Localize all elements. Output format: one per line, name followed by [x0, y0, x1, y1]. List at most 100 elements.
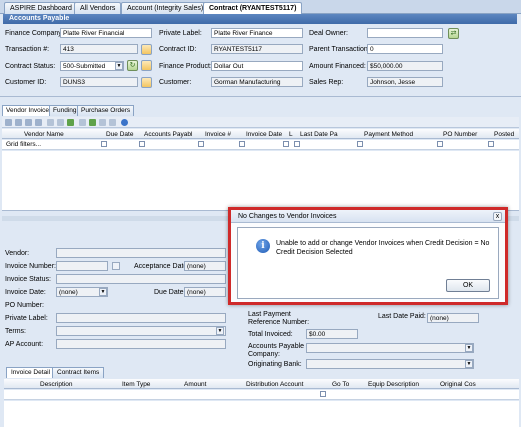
ok-button[interactable]: OK [446, 279, 490, 292]
column-header[interactable]: Invoice # [205, 131, 231, 138]
transaction-lookup-icon[interactable] [141, 44, 152, 55]
chevron-down-icon[interactable]: ▼ [465, 344, 473, 352]
chevron-down-icon[interactable]: ▼ [115, 62, 123, 70]
tab-vendor-invoice[interactable]: Vendor Invoice [2, 105, 54, 116]
column-header[interactable]: Go To [332, 381, 349, 388]
tab-aspire-dashboard[interactable]: ASPIRE Dashboard [4, 2, 78, 14]
invoice-status-field[interactable] [56, 274, 226, 284]
column-header[interactable]: Equip Description [368, 381, 419, 388]
originating-bank-field[interactable] [306, 359, 474, 369]
status-history-icon[interactable] [141, 60, 152, 71]
total-invoiced-field[interactable]: $0.00 [306, 329, 358, 339]
tab-purchase-orders[interactable]: Purchase Orders [77, 105, 135, 116]
copy-icon[interactable] [15, 119, 22, 126]
column-header[interactable]: Distribution Account [246, 381, 303, 388]
detail-grid-header: Description Item Type Amount Distributio… [4, 379, 519, 389]
check-icon[interactable] [89, 119, 96, 126]
amount-financed-field[interactable]: $50,000.00 [367, 61, 443, 71]
tab-all-vendors[interactable]: All Vendors [74, 2, 122, 14]
filter-icon[interactable] [239, 141, 245, 147]
search-icon[interactable] [320, 391, 326, 397]
finance-product-label: Finance Product: [159, 63, 212, 70]
last-date-paid-label: Last Date Paid: [378, 313, 426, 320]
column-header[interactable]: PO Number [443, 131, 477, 138]
column-header[interactable]: Due Date [106, 131, 133, 138]
last-date-paid-field[interactable]: (none) [427, 313, 479, 323]
private-label-field[interactable]: Platte River Finance [211, 28, 303, 38]
filter-icon[interactable] [357, 141, 363, 147]
tab-invoice-detail[interactable]: Invoice Detail [6, 367, 56, 378]
filter-icon[interactable] [294, 141, 300, 147]
terms-field[interactable] [56, 326, 226, 336]
columns-icon[interactable] [99, 119, 106, 126]
export-icon[interactable] [109, 119, 116, 126]
chevron-down-icon[interactable]: ▼ [465, 360, 473, 368]
filter-icon[interactable] [437, 141, 443, 147]
column-header[interactable]: Vendor Name [24, 131, 64, 138]
tab-contract-items[interactable]: Contract Items [52, 367, 105, 378]
close-icon[interactable]: x [493, 212, 502, 221]
transaction-num-field[interactable]: 413 [60, 44, 138, 54]
new-icon[interactable] [5, 119, 12, 126]
column-header[interactable]: Last Date Pa [300, 131, 338, 138]
tab-funding[interactable]: Funding [49, 105, 81, 116]
chevron-down-icon[interactable]: ▼ [99, 288, 107, 296]
filter-icon[interactable] [101, 141, 107, 147]
undo-icon[interactable] [57, 119, 64, 126]
ap-account-field[interactable] [56, 339, 226, 349]
vendor-field[interactable] [56, 248, 226, 258]
paste-icon[interactable] [25, 119, 32, 126]
filter-icon[interactable] [139, 141, 145, 147]
deal-owner-lookup-icon[interactable]: ⇄ [448, 28, 459, 39]
customer-lookup-icon[interactable] [141, 77, 152, 88]
column-header[interactable]: Invoice Date [246, 131, 282, 138]
column-header[interactable]: Amount [184, 381, 206, 388]
filter-icon[interactable] [79, 119, 86, 126]
due-date-field[interactable]: (none) [184, 287, 226, 297]
column-header[interactable]: Payment Method [364, 131, 413, 138]
divider [0, 96, 521, 97]
filter-icon[interactable] [283, 141, 289, 147]
column-header[interactable]: Description [40, 381, 73, 388]
invoice-number-field[interactable] [56, 261, 108, 271]
cut-icon[interactable] [47, 119, 54, 126]
column-header[interactable]: L [289, 131, 293, 138]
filter-icon[interactable] [198, 141, 204, 147]
calendar-icon[interactable] [112, 262, 120, 270]
column-header[interactable]: Accounts Payabl [144, 131, 192, 138]
finance-product-field[interactable]: Dollar Out [211, 61, 303, 71]
filter-icon[interactable] [488, 141, 494, 147]
grid-filter-row[interactable]: Grid filters... [2, 140, 519, 150]
sales-rep-field[interactable]: Johnson, Jesse [367, 77, 443, 87]
refresh-grid-icon[interactable] [67, 119, 74, 126]
ap-account-label: AP Account: [5, 341, 44, 348]
acceptance-date-field[interactable]: (none) [184, 261, 226, 271]
column-header[interactable]: Original Cos [440, 381, 476, 388]
customer-field[interactable]: Gorman Manufacturing [211, 77, 303, 87]
refresh-icon[interactable]: ↻ [127, 60, 138, 71]
transaction-num-label: Transaction #: [5, 46, 50, 53]
column-header[interactable]: Item Type [122, 381, 150, 388]
chevron-down-icon[interactable]: ▼ [216, 327, 224, 335]
ap-company-field[interactable] [306, 343, 474, 353]
finance-company-field[interactable]: Platte River Financial [60, 28, 152, 38]
column-header[interactable]: Posted [494, 131, 514, 138]
invoice-date-label: Invoice Date: [5, 289, 46, 296]
deal-owner-field[interactable] [367, 28, 443, 38]
po-number-label: PO Number: [5, 302, 44, 309]
delete-icon[interactable] [35, 119, 42, 126]
detail-grid-filter-row[interactable] [4, 390, 519, 400]
tab-account[interactable]: Account (Integrity Sales) [121, 2, 210, 14]
last-payment-label: Last Payment [248, 311, 291, 318]
private-label-field-2[interactable] [56, 313, 226, 323]
customer-id-field[interactable]: DUNS3 [60, 77, 138, 87]
customer-label: Customer: [159, 79, 192, 86]
amount-financed-label: Amount Financed: [309, 63, 366, 70]
contract-id-field[interactable]: RYANTEST5117 [211, 44, 303, 54]
due-date-label: Due Date: [154, 289, 186, 296]
top-tab-bar: ASPIRE Dashboard All Vendors Account (In… [0, 0, 521, 15]
grid-filter-placeholder[interactable]: Grid filters... [6, 141, 41, 148]
help-icon[interactable] [121, 119, 128, 126]
alert-dialog: No Changes to Vendor Invoices x i Unable… [228, 207, 508, 305]
parent-transaction-field[interactable]: 0 [367, 44, 443, 54]
